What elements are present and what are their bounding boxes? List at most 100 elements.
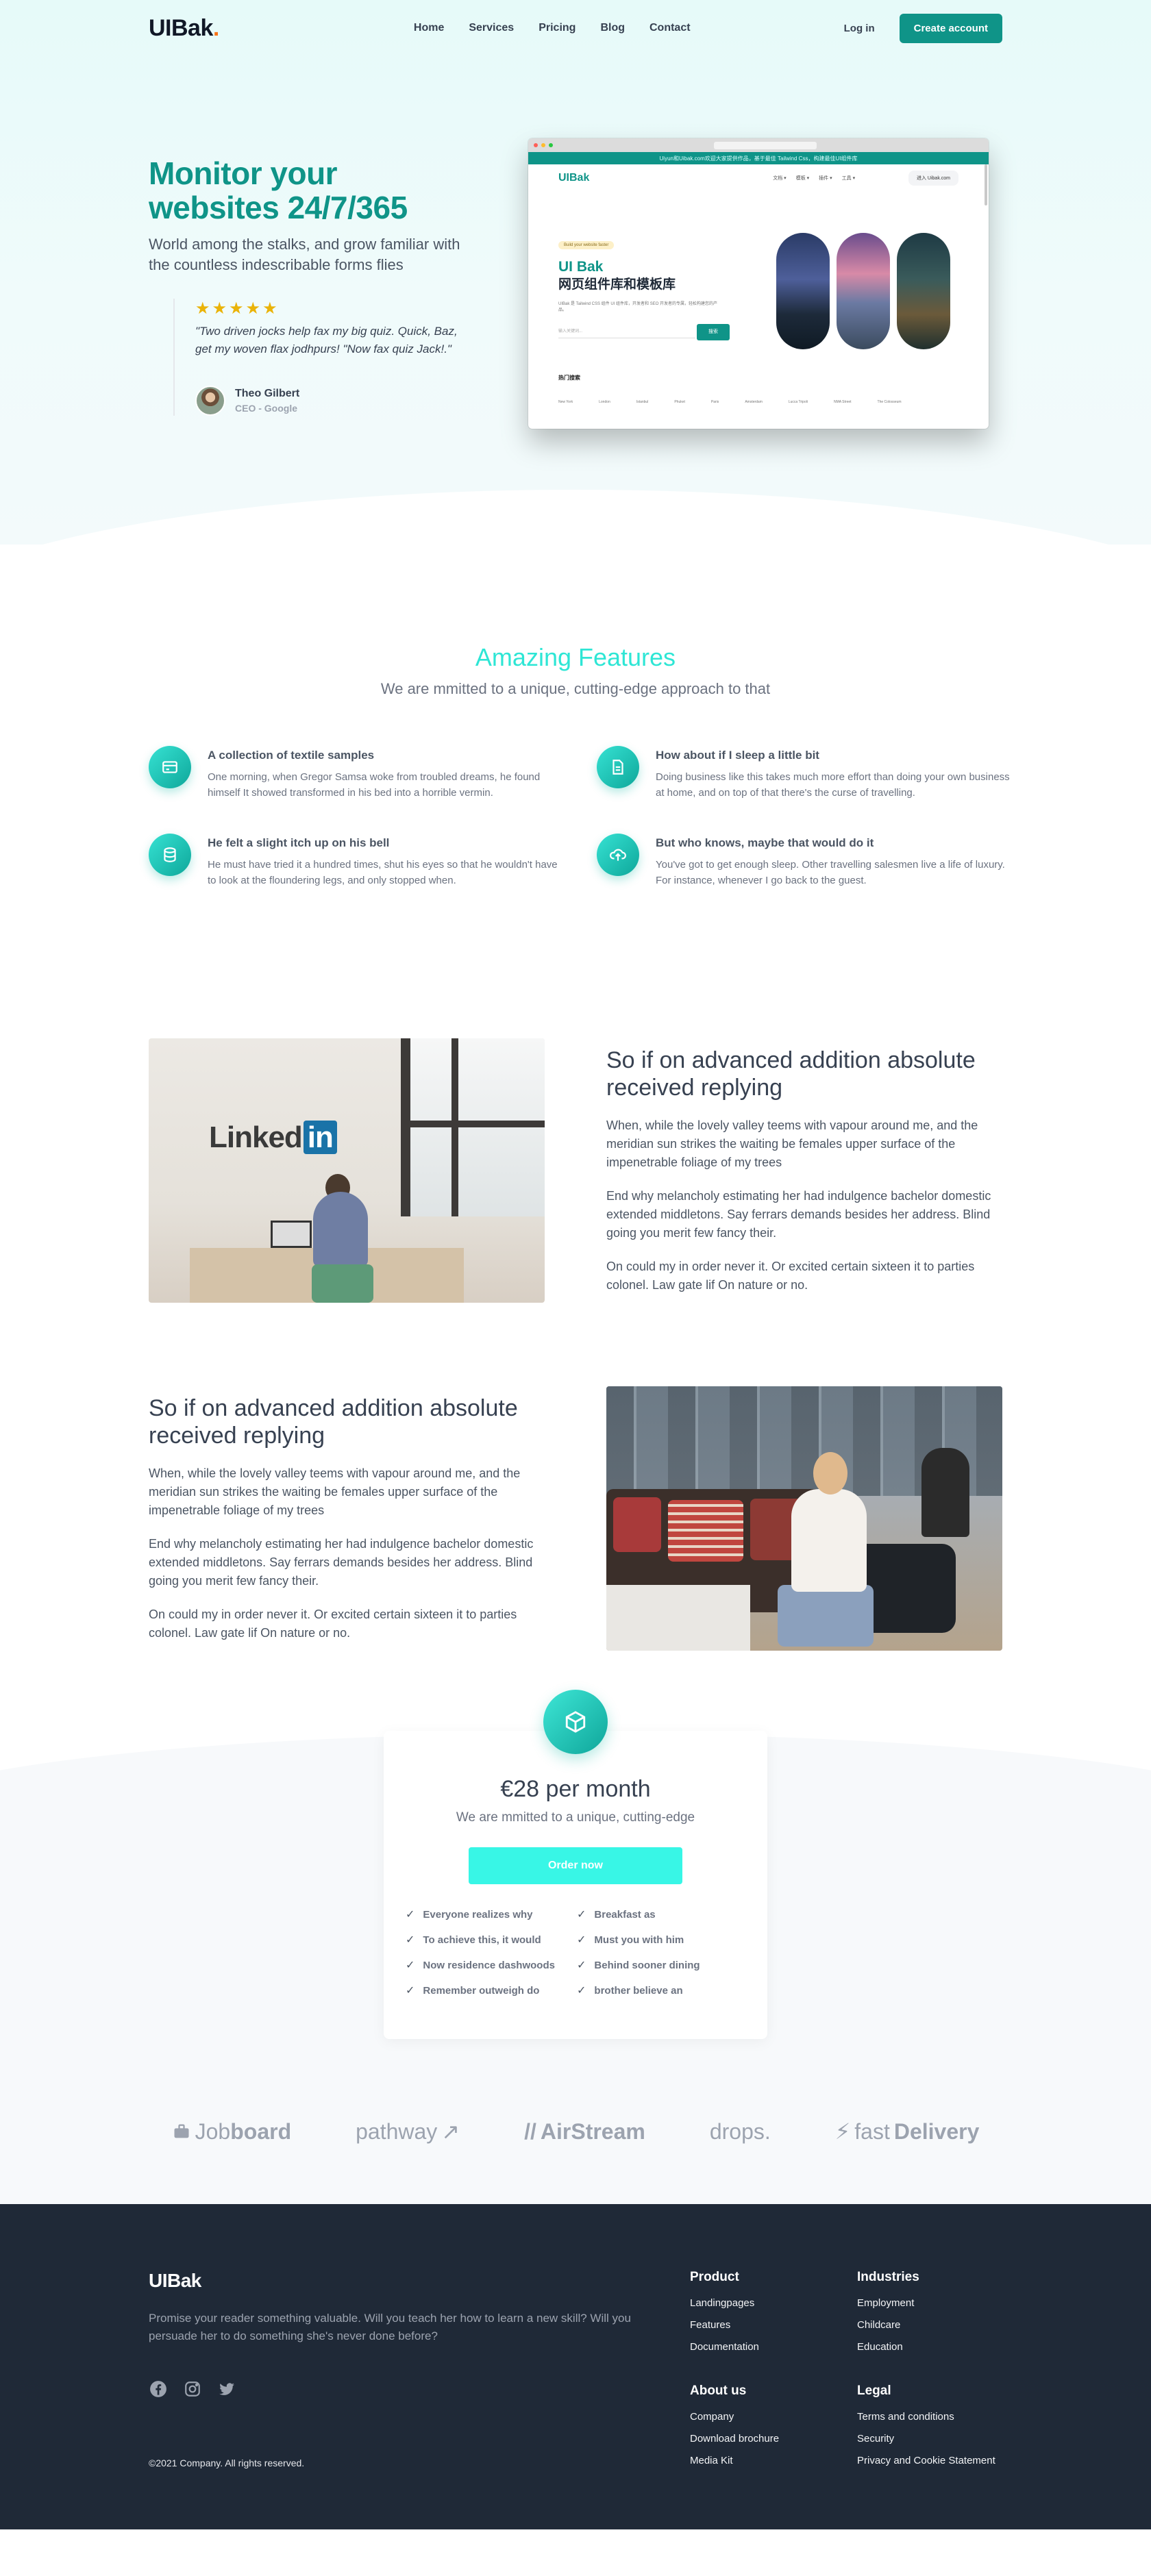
woman-shape xyxy=(791,1489,867,1592)
pricing-feature: ✓ To achieve this, it would xyxy=(406,1934,541,1947)
mockup-search-input: 输入关键词... xyxy=(558,322,695,338)
footer-link[interactable]: Landingpages xyxy=(690,2297,759,2309)
database-icon xyxy=(149,834,191,876)
footer-link[interactable]: Media Kit xyxy=(690,2455,779,2466)
cloud-upload-icon xyxy=(597,834,639,876)
avatar xyxy=(195,386,225,416)
footer-link[interactable]: Childcare xyxy=(857,2319,919,2331)
check-icon: ✓ xyxy=(406,1985,415,1997)
nav-link-blog[interactable]: Blog xyxy=(600,22,625,34)
mockup-city: The Colosseum xyxy=(877,400,902,404)
content-paragraph: On could my in order never it. Or excite… xyxy=(606,1260,975,1292)
testimonial-author: Theo Gilbert CEO - Google xyxy=(195,386,461,416)
pricing-feature: ✓ Behind sooner dining xyxy=(577,1959,700,1972)
table-shape xyxy=(606,1585,750,1651)
author-role: CEO - Google xyxy=(235,403,297,414)
office-linkedin-photo: Linked in xyxy=(149,1038,545,1303)
feature-text: You've got to get enough sleep. Other tr… xyxy=(656,859,1005,886)
fastdelivery-logo: ⚡ fast Delivery xyxy=(834,2118,980,2144)
hero-copy: Monitor your websites 24/7/365 World amon… xyxy=(149,156,471,416)
nav-link-contact[interactable]: Contact xyxy=(649,22,691,34)
footer-link[interactable]: Documentation xyxy=(690,2341,759,2353)
order-now-button[interactable]: Order now xyxy=(469,1847,682,1884)
feature-item: A collection of textile samples One morn… xyxy=(149,746,564,801)
feature-item: How about if I sleep a little bit Doing … xyxy=(597,746,1012,801)
pricing-feature: ✓ brother believe an xyxy=(577,1984,683,1997)
mockup-nav-link: 模板 ▾ xyxy=(795,176,810,181)
close-dot-icon xyxy=(534,143,538,147)
feature-title: But who knows, maybe that would do it xyxy=(656,836,874,849)
card-icon xyxy=(149,746,191,788)
pricing-card: €28 per month We are mmitted to a unique… xyxy=(384,1690,767,2039)
check-icon: ✓ xyxy=(406,1909,415,1921)
nav-link-home[interactable]: Home xyxy=(414,22,444,34)
check-icon: ✓ xyxy=(577,1909,586,1921)
mockup-title: UI Bak xyxy=(558,259,604,275)
drops-logo: drops. xyxy=(709,2118,771,2144)
facebook-icon[interactable] xyxy=(149,2379,168,2399)
feature-title: He felt a slight itch up on his bell xyxy=(208,836,390,849)
mockup-photo-mountains xyxy=(837,233,890,349)
footer-link[interactable]: Security xyxy=(857,2433,995,2444)
arrow-up-right-icon: ↗ xyxy=(441,2119,460,2144)
content-paragraph: End why melancholy estimating her had in… xyxy=(149,1537,534,1588)
pricing-section: €28 per month We are mmitted to a unique… xyxy=(0,1690,1151,2059)
browser-mockup: Uiyun和Uibak.com欢迎大家提供作品，基于最佳 Tailwind Cs… xyxy=(528,138,989,429)
footer-link[interactable]: Download brochure xyxy=(690,2433,779,2444)
nav-link-services[interactable]: Services xyxy=(469,22,514,34)
person-shape xyxy=(313,1192,368,1267)
feature-text: Doing business like this takes much more… xyxy=(656,771,1010,799)
footer-link[interactable]: Privacy and Cookie Statement xyxy=(857,2455,995,2466)
create-account-button[interactable]: Create account xyxy=(899,13,1002,43)
lounge-laptop-photo xyxy=(606,1386,1002,1651)
content-section-2: So if on advanced addition absolute rece… xyxy=(149,1345,1002,1692)
instagram-icon[interactable] xyxy=(183,2379,202,2399)
mockup-hot-search-label: 热门搜索 xyxy=(558,375,580,381)
feature-text: One morning, when Gregor Samsa woke from… xyxy=(208,771,541,799)
content-title: So if on advanced addition absolute rece… xyxy=(149,1395,518,1449)
pathway-logo: pathway ↗ xyxy=(356,2118,460,2144)
content-section-1: Linked in So if on advanced addition abso… xyxy=(149,997,1002,1345)
mockup-nav-link: 文档 ▾ xyxy=(773,176,787,181)
feature-title: A collection of textile samples xyxy=(208,749,375,762)
price-subtitle: We are mmitted to a unique, cutting-edge xyxy=(456,1810,695,1825)
pricing-feature: ✓ Remember outweigh do xyxy=(406,1984,540,1997)
footer-link[interactable]: Terms and conditions xyxy=(857,2411,995,2423)
copyright: ©2021 Company. All rights reserved. xyxy=(149,2458,305,2468)
document-icon xyxy=(597,746,639,788)
cushion-shape xyxy=(668,1500,743,1562)
footer-link[interactable]: Features xyxy=(690,2319,759,2331)
footer-logo[interactable]: UIBak xyxy=(149,2270,201,2292)
logo[interactable]: UIBak. xyxy=(149,15,219,42)
hero-curve-divider xyxy=(0,490,1151,545)
twitter-icon[interactable] xyxy=(217,2379,236,2399)
footer-col-product: Product Landingpages Features Documentat… xyxy=(690,2270,759,2363)
nav-link-pricing[interactable]: Pricing xyxy=(539,22,576,34)
footer-link[interactable]: Company xyxy=(690,2411,779,2423)
content-paragraph: On could my in order never it. Or excite… xyxy=(149,1608,517,1640)
linkedin-wall-logo: Linked in xyxy=(209,1121,337,1155)
mockup-city: Istanbul xyxy=(636,400,649,404)
feature-item: But who knows, maybe that would do it Yo… xyxy=(597,834,1012,888)
jobboard-logo: Job board xyxy=(172,2119,291,2144)
mockup-nav-links: 文档 ▾ 模板 ▾ 插件 ▾ 工具 ▾ xyxy=(773,175,855,182)
legs-shape xyxy=(778,1585,874,1647)
testimonial-quote: "Two driven jocks help fax my big quiz. … xyxy=(195,325,458,355)
mockup-city: NMA Street xyxy=(833,400,852,404)
mockup-city: Paris xyxy=(710,400,719,404)
pricing-feature: ✓ Now residence dashwoods xyxy=(406,1959,555,1972)
features-subtitle: We are mmitted to a unique, cutting-edge… xyxy=(380,680,771,697)
features-title: Amazing Features xyxy=(475,643,676,671)
check-icon: ✓ xyxy=(577,1934,586,1946)
footer-link[interactable]: Education xyxy=(857,2341,919,2353)
check-icon: ✓ xyxy=(577,1960,586,1971)
mockup-nav: UIBak 文档 ▾ 模板 ▾ 插件 ▾ 工具 ▾ 进入 Uibak.com xyxy=(528,164,989,192)
footer-col-title: Legal xyxy=(857,2384,891,2398)
statue-shape xyxy=(921,1448,969,1537)
login-link[interactable]: Log in xyxy=(844,23,875,34)
social-links xyxy=(149,2379,236,2399)
pricing-feature: ✓ Breakfast as xyxy=(577,1908,656,1921)
mockup-nav-link: 插件 ▾ xyxy=(819,176,832,181)
footer-link[interactable]: Employment xyxy=(857,2297,919,2309)
partner-logos: Job board pathway ↗ //AirStream drops. ⚡ fa… xyxy=(0,2059,1151,2204)
